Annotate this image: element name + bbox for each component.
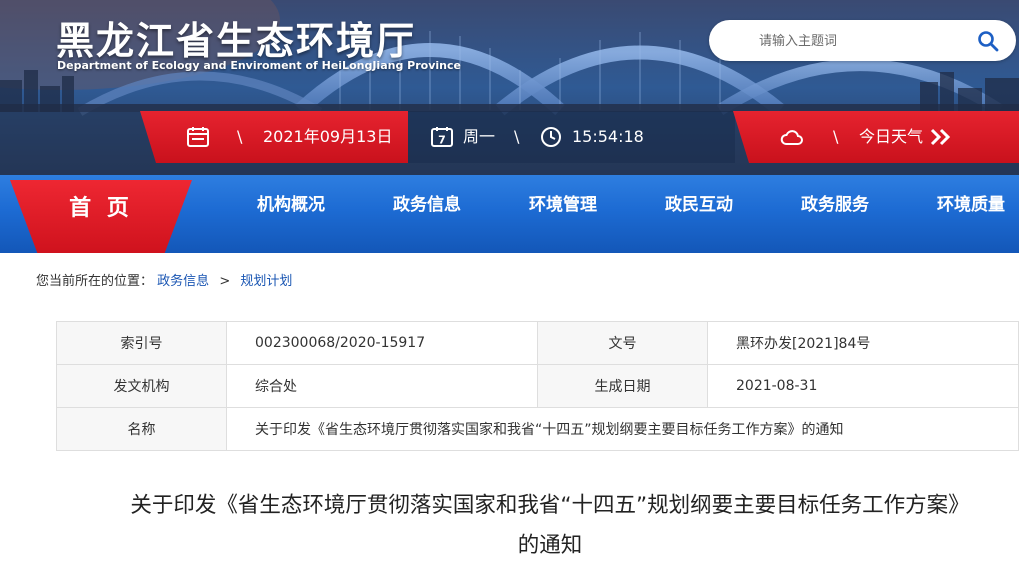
current-time: 15:54:18 bbox=[572, 127, 644, 146]
breadcrumb: 您当前所在的位置： 政务信息 > 规划计划 bbox=[36, 270, 292, 289]
issuer-value: 综合处 bbox=[226, 364, 538, 408]
clock-icon bbox=[541, 127, 561, 147]
weather-link[interactable]: 今日天气 bbox=[859, 127, 923, 147]
nav-item-env-mgmt[interactable]: 环境管理 bbox=[529, 190, 597, 215]
calendar-day-icon: 7 bbox=[431, 127, 453, 147]
article-title: 关于印发《省生态环境厅贯彻落实国家和我省“十四五”规划纲要主要目标任务工作方案》… bbox=[30, 486, 1019, 566]
search-box bbox=[709, 20, 1016, 61]
date-label: 生成日期 bbox=[537, 364, 708, 408]
separator: \ bbox=[514, 127, 520, 146]
calendar-icon bbox=[187, 127, 209, 147]
separator: \ bbox=[833, 127, 839, 146]
calendar-day-number: 7 bbox=[438, 134, 446, 147]
cloud-icon bbox=[780, 130, 803, 145]
nav-item-interaction[interactable]: 政民互动 bbox=[665, 190, 733, 215]
issuer-label: 发文机构 bbox=[56, 364, 227, 408]
separator: \ bbox=[237, 127, 243, 146]
document-meta-table: 索引号 002300068/2020-15917 文号 黑环办发[2021]84… bbox=[56, 321, 1019, 451]
site-subtitle: Department of Ecology and Enviroment of … bbox=[57, 59, 461, 72]
nav-home[interactable]: 首 页 bbox=[10, 190, 192, 222]
double-chevron-right-icon[interactable] bbox=[928, 125, 958, 149]
index-value: 002300068/2020-15917 bbox=[226, 321, 538, 365]
current-date: 2021年09月13日 bbox=[263, 127, 393, 146]
doc-no-label: 文号 bbox=[537, 321, 708, 365]
date-value: 2021-08-31 bbox=[707, 364, 1019, 408]
table-row: 发文机构 综合处 生成日期 2021-08-31 bbox=[56, 364, 1019, 408]
nav-item-org[interactable]: 机构概况 bbox=[257, 190, 325, 215]
search-icon[interactable] bbox=[976, 29, 1000, 53]
name-value: 关于印发《省生态环境厅贯彻落实国家和我省“十四五”规划纲要主要目标任务工作方案》… bbox=[226, 407, 1019, 451]
index-label: 索引号 bbox=[56, 321, 227, 365]
table-row: 索引号 002300068/2020-15917 文号 黑环办发[2021]84… bbox=[56, 321, 1019, 365]
nav-item-env-quality[interactable]: 环境质量 bbox=[937, 190, 1005, 215]
breadcrumb-planning[interactable]: 规划计划 bbox=[240, 274, 292, 289]
table-row: 名称 关于印发《省生态环境厅贯彻落实国家和我省“十四五”规划纲要主要目标任务工作… bbox=[56, 407, 1019, 451]
nav-item-gov-info[interactable]: 政务信息 bbox=[393, 190, 461, 215]
doc-no-value: 黑环办发[2021]84号 bbox=[707, 321, 1019, 365]
header-banner: 黑龙江省生态环境厅 Department of Ecology and Envi… bbox=[0, 0, 1019, 175]
nav-item-services[interactable]: 政务服务 bbox=[801, 190, 869, 215]
breadcrumb-prefix: 您当前所在的位置： bbox=[36, 274, 154, 289]
current-weekday: 周一 bbox=[463, 127, 496, 146]
page: 黑龙江省生态环境厅 Department of Ecology and Envi… bbox=[0, 0, 1019, 577]
article-title-line-1: 关于印发《省生态环境厅贯彻落实国家和我省“十四五”规划纲要主要目标任务工作方案》 bbox=[130, 493, 970, 518]
info-bar: \ 2021年09月13日 7 周一 \ 15:54:18 \ 今日天气 bbox=[0, 111, 1019, 163]
article-title-line-2: 的通知 bbox=[517, 533, 583, 558]
site-title: 黑龙江省生态环境厅 bbox=[56, 19, 417, 63]
search-input[interactable] bbox=[759, 31, 959, 51]
breadcrumb-separator: > bbox=[219, 274, 231, 289]
breadcrumb-gov-info[interactable]: 政务信息 bbox=[157, 274, 209, 289]
name-label: 名称 bbox=[56, 407, 227, 451]
